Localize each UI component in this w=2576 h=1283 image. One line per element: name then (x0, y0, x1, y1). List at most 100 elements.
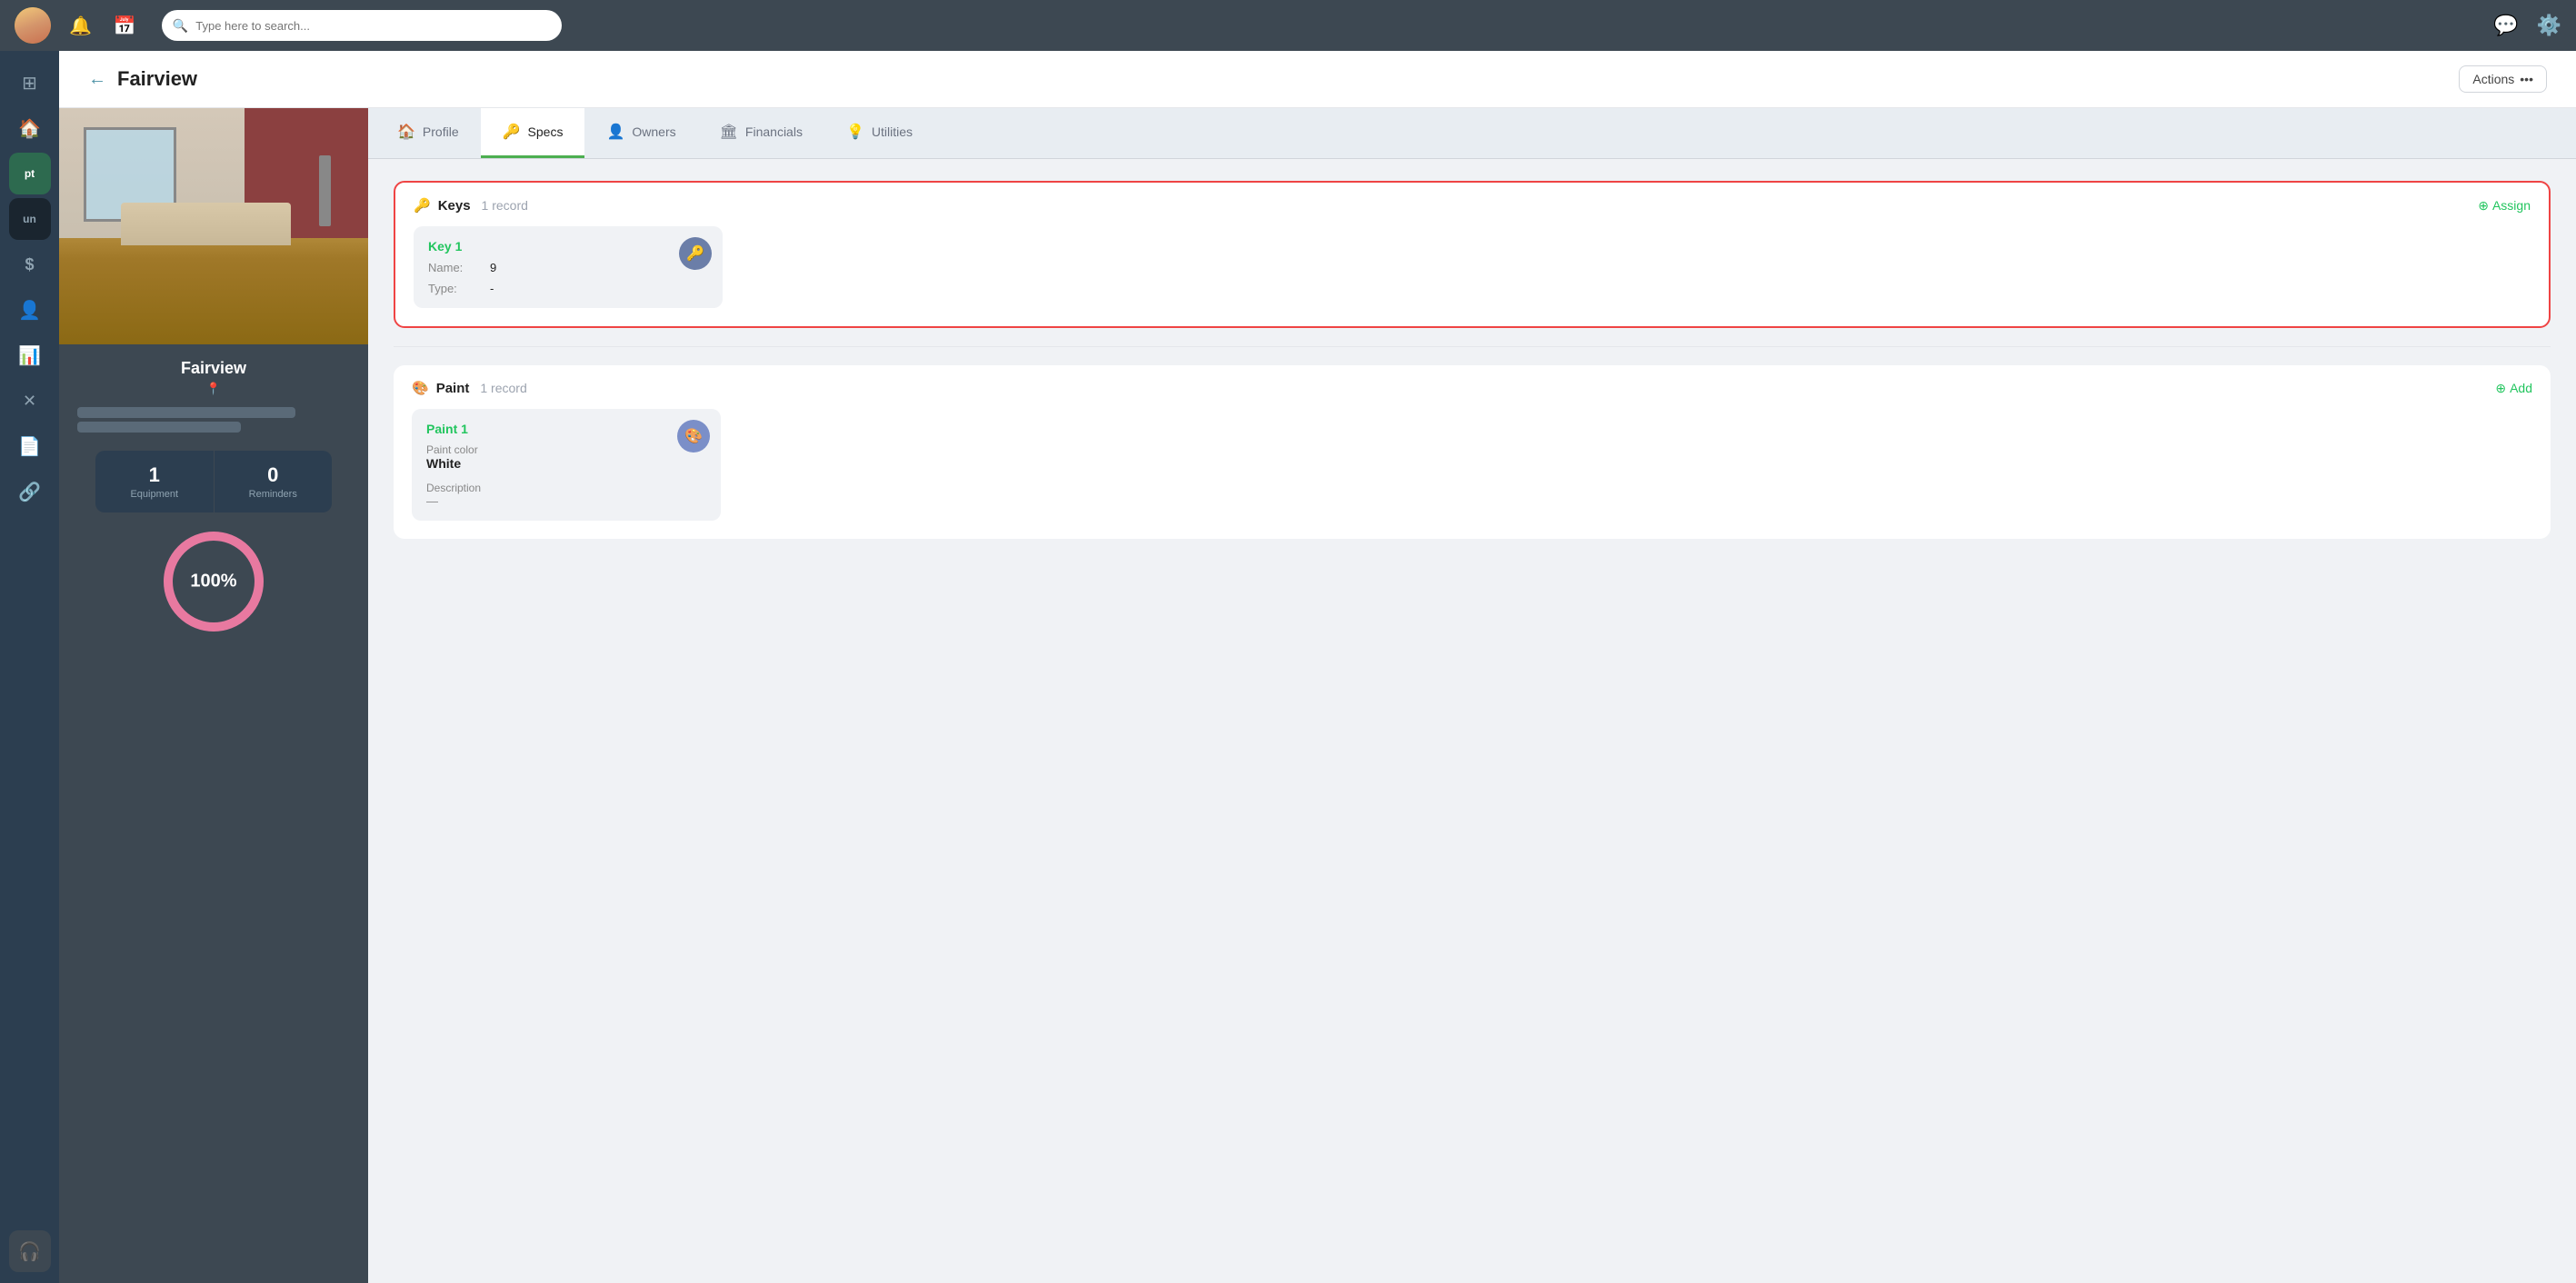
key-card-icon[interactable]: 🔑 (679, 237, 712, 270)
key-type-field: Type: - (428, 282, 708, 295)
tab-financials[interactable]: 🏛 Financials (698, 108, 824, 158)
reminders-value: 0 (222, 463, 325, 487)
keys-section-header: 🔑 Keys 1 record ⊕ Assign (414, 197, 2531, 214)
progress-circle: 100% (159, 527, 268, 636)
owners-tab-icon: 👤 (606, 123, 624, 141)
owners-tab-label: Owners (632, 124, 675, 139)
tools-icon: ✕ (23, 392, 36, 411)
paint-card-icon[interactable]: 🎨 (677, 420, 710, 453)
search-input[interactable] (195, 19, 551, 33)
actions-label: Actions (2472, 72, 2514, 86)
keys-section-title: 🔑 Keys 1 record (414, 197, 528, 214)
divider-1 (394, 346, 2551, 347)
key-name-label: Name: (428, 261, 483, 274)
keys-record-count: 1 record (482, 198, 528, 213)
left-panel: Fairview 📍 1 Equipment (59, 108, 368, 1283)
page-title: Fairview (117, 67, 197, 91)
room-sofa (121, 203, 291, 245)
paint-section-title: 🎨 Paint 1 record (412, 380, 527, 396)
sidebar-item-dollar[interactable]: $ (9, 244, 51, 285)
settings-icon[interactable]: ⚙️ (2537, 14, 2561, 37)
tabs-bar: 🏠 Profile 🔑 Specs 👤 Owners 🏛 Financials (368, 108, 2576, 159)
specs-tab-label: Specs (528, 124, 564, 139)
avatar[interactable] (15, 7, 51, 44)
paint-desc-group: Description — (426, 478, 706, 508)
utilities-tab-label: Utilities (872, 124, 913, 139)
paint-record-count: 1 record (480, 381, 526, 395)
property-image (59, 108, 368, 344)
add-paint-plus-icon: ⊕ (2495, 381, 2506, 396)
assign-plus-icon: ⊕ (2478, 198, 2489, 214)
tab-specs[interactable]: 🔑 Specs (481, 108, 585, 158)
profile-tab-label: Profile (423, 124, 459, 139)
tab-profile[interactable]: 🏠 Profile (375, 108, 481, 158)
actions-button[interactable]: Actions ••• (2459, 65, 2547, 93)
search-icon: 🔍 (173, 18, 188, 34)
reminders-stat: 0 Reminders (214, 451, 333, 512)
progress-area: 100% (159, 527, 268, 654)
room-scene (59, 108, 368, 344)
sidebar: ⊞ 🏠 pt un $ 👤 📊 ✕ 📄 🔗 🎧 (0, 51, 59, 1283)
paint-color-value: White (426, 456, 706, 471)
pt-label: pt (25, 167, 35, 180)
top-nav: 🔔 📅 🔍 💬 ⚙️ (0, 0, 2576, 51)
sidebar-item-person[interactable]: 👤 (9, 289, 51, 331)
key-type-label: Type: (428, 282, 483, 295)
paint-card-title: Paint 1 (426, 422, 706, 436)
room-lamp (319, 155, 332, 226)
tab-utilities[interactable]: 💡 Utilities (824, 108, 934, 158)
reminders-label: Reminders (222, 489, 325, 500)
assign-button[interactable]: ⊕ Assign (2478, 198, 2531, 214)
sidebar-item-grid[interactable]: ⊞ (9, 62, 51, 104)
location-icon: 📍 (206, 382, 221, 396)
profile-tab-icon: 🏠 (397, 123, 415, 141)
key-card-1: Key 1 🔑 Name: 9 Type: - (414, 226, 723, 308)
tab-owners[interactable]: 👤 Owners (584, 108, 697, 158)
un-label: un (23, 213, 36, 225)
assign-label: Assign (2492, 198, 2531, 213)
right-panel: 🏠 Profile 🔑 Specs 👤 Owners 🏛 Financials (368, 108, 2576, 1283)
sidebar-item-home[interactable]: 🏠 (9, 107, 51, 149)
paint-desc-label: Description (426, 482, 706, 494)
paint-section-icon: 🎨 (412, 380, 429, 396)
sidebar-item-chart[interactable]: 📊 (9, 334, 51, 376)
financials-tab-icon: 🏛 (720, 123, 738, 141)
key-name-field: Name: 9 (428, 261, 708, 274)
content-area: Fairview 📍 1 Equipment (59, 108, 2576, 1283)
chat-icon[interactable]: 💬 (2493, 14, 2518, 37)
back-button[interactable]: ← (88, 69, 106, 90)
equipment-label: Equipment (103, 489, 206, 500)
headset-icon: 🎧 (18, 1240, 41, 1263)
paint-color-group: Paint color White (426, 443, 706, 471)
sidebar-item-link[interactable]: 🔗 (9, 471, 51, 512)
search-bar: 🔍 (162, 10, 562, 41)
home-icon: 🏠 (18, 117, 41, 140)
stats-row: 1 Equipment 0 Reminders (95, 451, 332, 512)
paint-section-header: 🎨 Paint 1 record ⊕ Add (412, 380, 2532, 396)
notifications-button[interactable]: 🔔 (65, 11, 95, 41)
sidebar-item-tools[interactable]: ✕ (9, 380, 51, 422)
main-content: ← Fairview Actions ••• (59, 51, 2576, 1283)
paint-color-label: Paint color (426, 443, 706, 456)
calendar-button[interactable]: 📅 (110, 11, 140, 41)
nav-right: 💬 ⚙️ (2493, 14, 2561, 37)
sidebar-item-un[interactable]: un (9, 198, 51, 240)
keys-section: 🔑 Keys 1 record ⊕ Assign Key 1 (394, 181, 2551, 328)
link-icon: 🔗 (18, 481, 41, 503)
sidebar-item-support[interactable]: 🎧 (9, 1230, 51, 1272)
paint-card-1: Paint 1 🎨 Paint color White Description … (412, 409, 721, 521)
page-header: ← Fairview Actions ••• (59, 51, 2576, 108)
keys-title-text: Keys (438, 198, 471, 214)
sidebar-item-pt[interactable]: pt (9, 153, 51, 194)
specs-content: 🔑 Keys 1 record ⊕ Assign Key 1 (368, 159, 2576, 561)
sidebar-item-doc[interactable]: 📄 (9, 425, 51, 467)
room-floor (59, 238, 368, 344)
actions-dots-icon: ••• (2520, 72, 2533, 86)
add-paint-button[interactable]: ⊕ Add (2495, 381, 2532, 396)
utilities-tab-icon: 💡 (846, 123, 864, 141)
specs-tab-icon: 🔑 (503, 123, 521, 141)
key-card-title: Key 1 (428, 239, 708, 254)
key-name-value: 9 (490, 261, 496, 274)
paint-section: 🎨 Paint 1 record ⊕ Add Paint 1 (394, 365, 2551, 539)
add-paint-label: Add (2510, 381, 2532, 395)
